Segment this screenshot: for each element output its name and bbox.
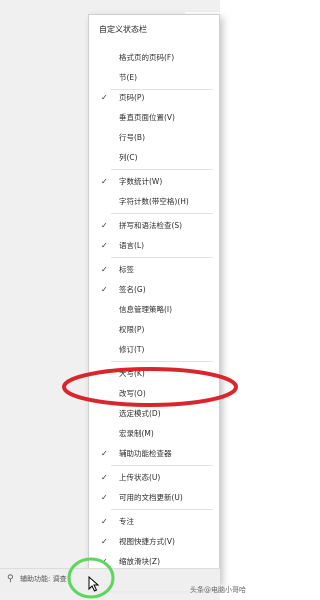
menu-item-label: 字符计数(带空格)(H) bbox=[119, 197, 189, 206]
menu-item-label: 大写(K) bbox=[119, 369, 145, 378]
menu-item-label: 选定模式(D) bbox=[119, 409, 161, 418]
menu-item[interactable]: ✓ 拼写和语法检查(S) bbox=[89, 217, 219, 235]
checkmark-icon bbox=[101, 385, 111, 403]
menu-item[interactable]: 列(C) bbox=[89, 149, 219, 167]
checkmark-icon bbox=[101, 129, 111, 147]
checkmark-icon: ✓ bbox=[101, 449, 108, 458]
menu-item-label: 可用的文档更新(U) bbox=[119, 493, 183, 502]
customize-status-bar-menu: 自定义状态栏 格式页的页码(F) 节(E) ✓ 页码(P) 垂直页面位置(V) 行号(B)… bbox=[88, 14, 220, 584]
menu-separator bbox=[111, 213, 213, 214]
menu-item[interactable]: ✓ 页码(P) bbox=[89, 89, 219, 107]
menu-item[interactable]: ✓ 字数统计(W) bbox=[89, 173, 219, 191]
checkmark-icon: ✓ bbox=[101, 241, 108, 250]
checkmark-icon: ✓ bbox=[101, 221, 108, 230]
menu-item[interactable]: 改写(O) bbox=[89, 385, 219, 403]
menu-item-label: 上传状态(U) bbox=[119, 473, 161, 482]
checkmark-icon: ✓ bbox=[101, 517, 108, 526]
menu-item-label: 标签 bbox=[119, 265, 134, 274]
menu-item-label: 垂直页面位置(V) bbox=[119, 113, 175, 122]
menu-title: 自定义状态栏 bbox=[99, 25, 147, 34]
accessibility-status-text[interactable]: 辅助功能: 调查 bbox=[20, 573, 67, 585]
menu-item-label: 辅助功能检查器 bbox=[119, 449, 172, 458]
checkmark-icon bbox=[101, 69, 111, 87]
checkmark-icon bbox=[101, 149, 111, 167]
menu-separator bbox=[111, 361, 213, 362]
checkmark-icon: ✓ bbox=[101, 285, 108, 294]
checkmark-icon bbox=[101, 301, 111, 319]
menu-item-label: 列(C) bbox=[119, 153, 138, 162]
checkmark-icon bbox=[101, 425, 111, 443]
checkmark-icon: ✓ bbox=[101, 493, 108, 502]
menu-item[interactable]: 大写(K) bbox=[89, 365, 219, 383]
menu-item[interactable]: ✓ 可用的文档更新(U) bbox=[89, 489, 219, 507]
checkmark-icon bbox=[101, 49, 111, 67]
menu-item-label: 改写(O) bbox=[119, 389, 146, 398]
menu-item-label: 修订(T) bbox=[119, 345, 145, 354]
menu-item[interactable]: 修订(T) bbox=[89, 341, 219, 359]
menu-item[interactable]: ✓ 辅助功能检查器 bbox=[89, 445, 219, 463]
menu-separator bbox=[111, 169, 213, 170]
menu-item[interactable]: 垂直页面位置(V) bbox=[89, 109, 219, 127]
menu-item-label: 字数统计(W) bbox=[119, 177, 163, 186]
menu-item-label: 权限(P) bbox=[119, 325, 145, 334]
menu-separator bbox=[111, 465, 213, 466]
menu-item[interactable]: 行号(B) bbox=[89, 129, 219, 147]
checkmark-icon bbox=[101, 109, 111, 127]
checkmark-icon: ✓ bbox=[101, 473, 108, 482]
menu-item-label: 视图快捷方式(V) bbox=[119, 537, 175, 546]
checkmark-icon bbox=[101, 365, 111, 383]
menu-item-label: 拼写和语法检查(S) bbox=[119, 221, 183, 230]
watermark: 头条@电脑小哥哈 bbox=[190, 586, 246, 594]
menu-item[interactable]: 权限(P) bbox=[89, 321, 219, 339]
menu-item[interactable]: 选定模式(D) bbox=[89, 405, 219, 423]
menu-item-label: 行号(B) bbox=[119, 133, 145, 142]
menu-item[interactable]: ✓ 语言(L) bbox=[89, 237, 219, 255]
menu-item[interactable]: ✓ 标签 bbox=[89, 261, 219, 279]
menu-item[interactable]: ✓ 签名(G) bbox=[89, 281, 219, 299]
checkmark-icon: ✓ bbox=[101, 177, 108, 186]
menu-item-label: 格式页的页码(F) bbox=[119, 53, 175, 62]
menu-item-label: 页码(P) bbox=[119, 93, 145, 102]
menu-item[interactable]: 格式页的页码(F) bbox=[89, 49, 219, 67]
checkmark-icon bbox=[101, 193, 111, 211]
checkmark-icon bbox=[101, 405, 111, 423]
menu-item[interactable]: 宏录制(M) bbox=[89, 425, 219, 443]
menu-item-label: 宏录制(M) bbox=[119, 429, 154, 438]
checkmark-icon: ✓ bbox=[101, 93, 108, 102]
menu-item-label: 语言(L) bbox=[119, 241, 145, 250]
status-bar: ⚲ 辅助功能: 调查 bbox=[0, 568, 220, 591]
menu-item[interactable]: ✓ 专注 bbox=[89, 513, 219, 531]
menu-item[interactable]: ✓ 视图快捷方式(V) bbox=[89, 533, 219, 551]
mouse-cursor-icon bbox=[88, 576, 100, 592]
checkmark-icon bbox=[101, 321, 111, 339]
checkmark-icon: ✓ bbox=[101, 537, 108, 546]
menu-item-label: 专注 bbox=[119, 517, 134, 526]
menu-item-label: 信息管理策略(I) bbox=[119, 305, 173, 314]
menu-separator bbox=[111, 509, 213, 510]
menu-item-label: 签名(G) bbox=[119, 285, 146, 294]
accessibility-icon[interactable]: ⚲ bbox=[7, 573, 19, 585]
menu-item-label: 节(E) bbox=[119, 73, 138, 82]
menu-item[interactable]: 字符计数(带空格)(H) bbox=[89, 193, 219, 211]
checkmark-icon: ✓ bbox=[101, 265, 108, 274]
menu-item[interactable]: ✓ 上传状态(U) bbox=[89, 469, 219, 487]
menu-separator bbox=[111, 257, 213, 258]
checkmark-icon bbox=[101, 341, 111, 359]
menu-item[interactable]: 节(E) bbox=[89, 69, 219, 87]
menu-item[interactable]: 信息管理策略(I) bbox=[89, 301, 219, 319]
